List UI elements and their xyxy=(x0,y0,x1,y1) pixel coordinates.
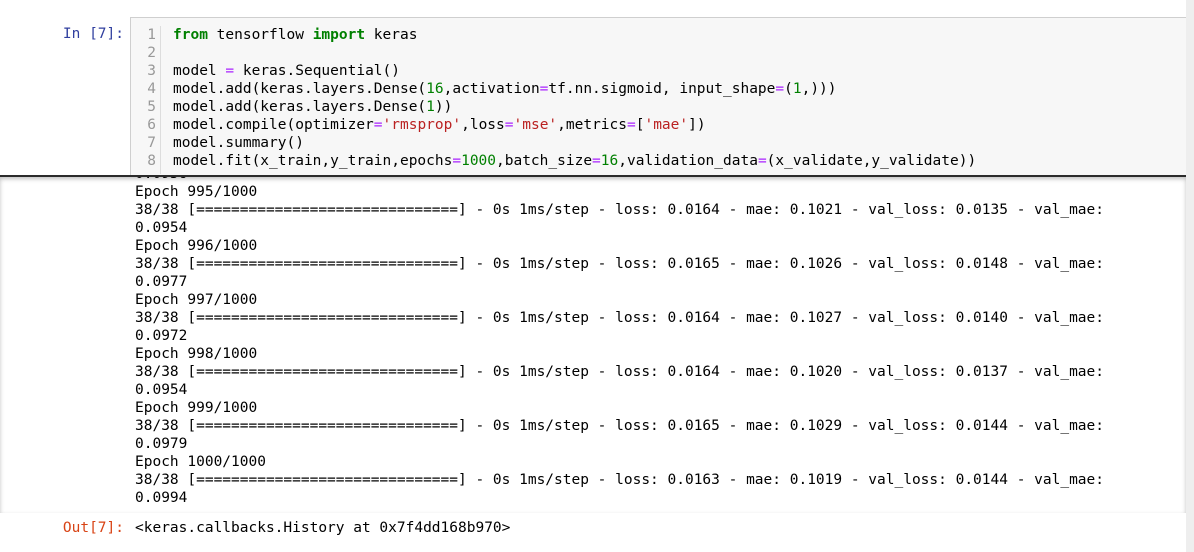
output-line: Epoch 995/1000 xyxy=(135,184,258,200)
output-prompt: Out[7]: xyxy=(62,520,124,536)
code-token: ,batch_size xyxy=(496,153,593,169)
code-line[interactable]: model = keras.Sequential() xyxy=(173,62,976,80)
code-token: model xyxy=(173,63,226,79)
code-line[interactable]: model.add(keras.layers.Dense(16,activati… xyxy=(173,80,976,98)
output-line: 0.0954 xyxy=(135,382,188,398)
line-number: 4 xyxy=(147,81,156,97)
code-token: ( xyxy=(784,81,793,97)
output-line: 38/38 [==============================] -… xyxy=(135,310,1105,326)
code-token: ,metrics xyxy=(557,117,627,133)
code-token: = xyxy=(452,153,462,169)
code-token: from xyxy=(173,27,208,43)
output-stream: Epoch 995/1000 38/38 [===================… xyxy=(135,183,1104,507)
output-line: Epoch 996/1000 xyxy=(135,238,258,254)
code-token: ,validation_data xyxy=(618,153,758,169)
line-number: 5 xyxy=(147,99,156,115)
output-line: 38/38 [==============================] -… xyxy=(135,364,1105,380)
code-token: model.fit(x_train,y_train,epochs xyxy=(173,153,453,169)
code-token: 16 xyxy=(426,81,444,97)
output-line: 0.0972 xyxy=(135,328,188,344)
code-token: keras xyxy=(365,27,418,43)
output-line: 0.0979 xyxy=(135,436,188,452)
code-line[interactable] xyxy=(173,44,976,62)
code-token: = xyxy=(757,153,767,169)
code-line[interactable]: model.summary() xyxy=(173,134,976,152)
code-token: ]) xyxy=(688,117,706,133)
line-number: 1 xyxy=(147,27,156,43)
code-token: tf.nn.sigmoid, input_shape xyxy=(548,81,776,97)
code-token: ,))) xyxy=(801,81,837,97)
code-token: = xyxy=(592,153,601,169)
code-token: ,loss xyxy=(461,117,505,133)
code-token: (x_validate,y_validate)) xyxy=(766,153,977,169)
code-token: = xyxy=(504,117,514,133)
output-result: <keras.callbacks.History at 0x7f4dd168b9… xyxy=(135,520,511,536)
code-token: 'rmsprop' xyxy=(382,117,462,133)
code-token: 1 xyxy=(426,99,435,115)
output-line: 38/38 [==============================] -… xyxy=(135,202,1105,218)
output-line: 38/38 [==============================] -… xyxy=(135,256,1105,272)
code-lines[interactable]: from tensorflow import keras model = kera… xyxy=(173,26,976,170)
code-token: 16 xyxy=(600,153,619,169)
output-line: 0.0977 xyxy=(135,274,188,290)
code-token: import xyxy=(312,27,366,43)
line-number: 7 xyxy=(147,135,156,151)
output-line: 38/38 [==============================] -… xyxy=(135,418,1105,434)
code-token: 1000 xyxy=(461,153,497,169)
code-token: = xyxy=(775,81,785,97)
output-line: Epoch 999/1000 xyxy=(135,400,258,416)
line-number-gutter: 1 2 3 4 5 6 7 8 xyxy=(131,26,161,174)
line-number: 8 xyxy=(147,153,156,169)
output-line: Epoch 998/1000 xyxy=(135,346,258,362)
code-token: 'mae' xyxy=(644,117,689,133)
code-token: keras.Sequential() xyxy=(234,63,400,79)
output-line: 0.0954 xyxy=(135,220,188,236)
output-line: Epoch 997/1000 xyxy=(135,292,258,308)
code-token: ,activation xyxy=(443,81,540,97)
notebook-page: In [7]: 1 2 3 4 5 6 7 8 from tensorflow import … xyxy=(0,0,1194,552)
line-number: 2 xyxy=(147,45,156,61)
code-token: )) xyxy=(434,99,453,115)
code-token: 'mse' xyxy=(513,117,558,133)
code-token: model.add(keras.layers.Dense( xyxy=(173,81,427,97)
code-token: model.compile(optimizer xyxy=(173,117,374,133)
code-line[interactable]: model.compile(optimizer='rmsprop',loss='… xyxy=(173,116,976,134)
output-area[interactable]: 0.0956 Epoch 995/1000 38/38 [============… xyxy=(0,175,1186,513)
code-token: tensorflow xyxy=(207,27,313,43)
code-token: = xyxy=(225,63,235,79)
output-line: 38/38 [==============================] -… xyxy=(135,472,1105,488)
output-line: 0.0994 xyxy=(135,490,188,506)
code-token: = xyxy=(373,117,383,133)
code-cell[interactable]: In [7]: 1 2 3 4 5 6 7 8 from tensorflow import … xyxy=(0,0,1193,552)
code-token: 1 xyxy=(792,81,802,97)
line-number: 6 xyxy=(147,117,156,133)
line-number: 3 xyxy=(147,63,156,79)
output-partial-line: 0.0956 xyxy=(135,177,187,183)
code-line[interactable]: model.fit(x_train,y_train,epochs=1000,ba… xyxy=(173,152,976,170)
code-editor[interactable]: 1 2 3 4 5 6 7 8 from tensorflow import keras mod… xyxy=(130,17,1186,175)
output-line: Epoch 1000/1000 xyxy=(135,454,266,470)
page-scrollbar-track[interactable] xyxy=(1186,0,1194,552)
code-token: model.add(keras.layers.Dense( xyxy=(173,99,427,115)
code-line[interactable]: from tensorflow import keras xyxy=(173,26,976,44)
code-token: = xyxy=(627,117,636,133)
input-prompt: In [7]: xyxy=(62,26,124,42)
code-line[interactable]: model.add(keras.layers.Dense(1)) xyxy=(173,98,976,116)
code-token: model.summary() xyxy=(173,135,304,151)
